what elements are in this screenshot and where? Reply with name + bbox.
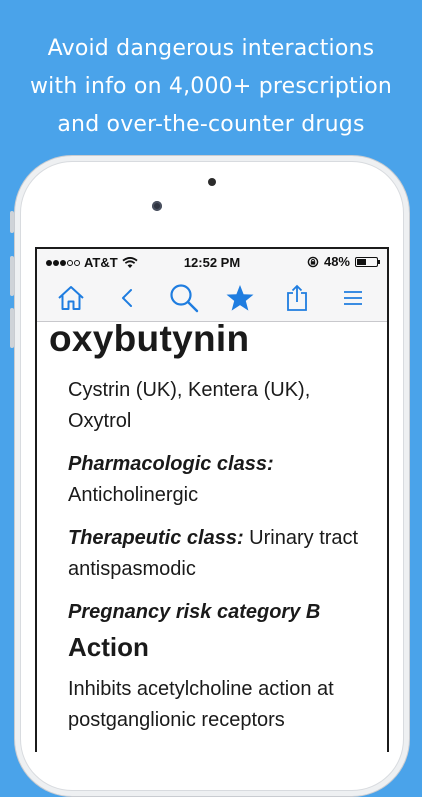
phone-screen: AT&T 12:52 PM 48% oxybutynin Cystrin (UK… (35, 247, 389, 752)
action-heading: Action (68, 632, 149, 662)
pregnancy-risk-category: Pregnancy risk category B (68, 597, 373, 628)
home-icon (58, 286, 84, 310)
back-icon (122, 289, 133, 307)
therapeutic-class: Therapeutic class: Urinary tract antispa… (68, 523, 373, 585)
brand-names: Cystrin (UK), Kentera (UK), Oxytrol (68, 379, 311, 432)
favorite-button[interactable] (222, 280, 258, 316)
promo-headline-line-1: Avoid dangerous interactions (47, 36, 375, 61)
share-button[interactable] (279, 280, 315, 316)
pharmacologic-class-value: Anticholinergic (68, 484, 199, 506)
favorite-star-icon (226, 285, 254, 311)
pharmacologic-class: Pharmacologic class: Anticholinergic (68, 449, 373, 511)
search-button[interactable] (166, 280, 202, 316)
status-bar: AT&T 12:52 PM 48% (37, 249, 387, 275)
battery-percent: 48% (323, 254, 350, 269)
pharmacologic-class-label: Pharmacologic class: (68, 453, 274, 475)
therapeutic-class-label: Therapeutic class: (68, 527, 244, 549)
app-toolbar (37, 275, 387, 322)
pregnancy-risk-label: Pregnancy risk category B (68, 601, 321, 623)
drug-monograph: oxybutynin Cystrin (UK), Kentera (UK), O… (37, 319, 387, 736)
back-button[interactable] (109, 280, 145, 316)
menu-icon (343, 291, 362, 305)
rotation-lock-icon (307, 256, 319, 267)
phone-camera (152, 201, 162, 211)
action-text: Inhibits acetylcholine action at postgan… (68, 678, 334, 731)
phone-speaker (208, 178, 216, 186)
promo-headline-line-3: and over-the-counter drugs (57, 112, 365, 137)
phone-volume-down-button (10, 308, 14, 348)
drug-name-heading: oxybutynin (49, 318, 250, 359)
monograph-body: Cystrin (UK), Kentera (UK), Oxytrol Phar… (49, 375, 373, 736)
search-icon (170, 284, 198, 313)
promo-headline: Avoid dangerous interactions with info o… (0, 30, 422, 144)
menu-button[interactable] (335, 280, 371, 316)
home-button[interactable] (53, 280, 89, 316)
battery-icon (355, 256, 380, 267)
share-icon (286, 284, 307, 311)
phone-volume-up-button (10, 256, 14, 296)
promo-headline-line-2: with info on 4,000+ prescription (29, 74, 392, 99)
status-right: 48% (307, 254, 380, 269)
phone-side-button (10, 211, 14, 233)
